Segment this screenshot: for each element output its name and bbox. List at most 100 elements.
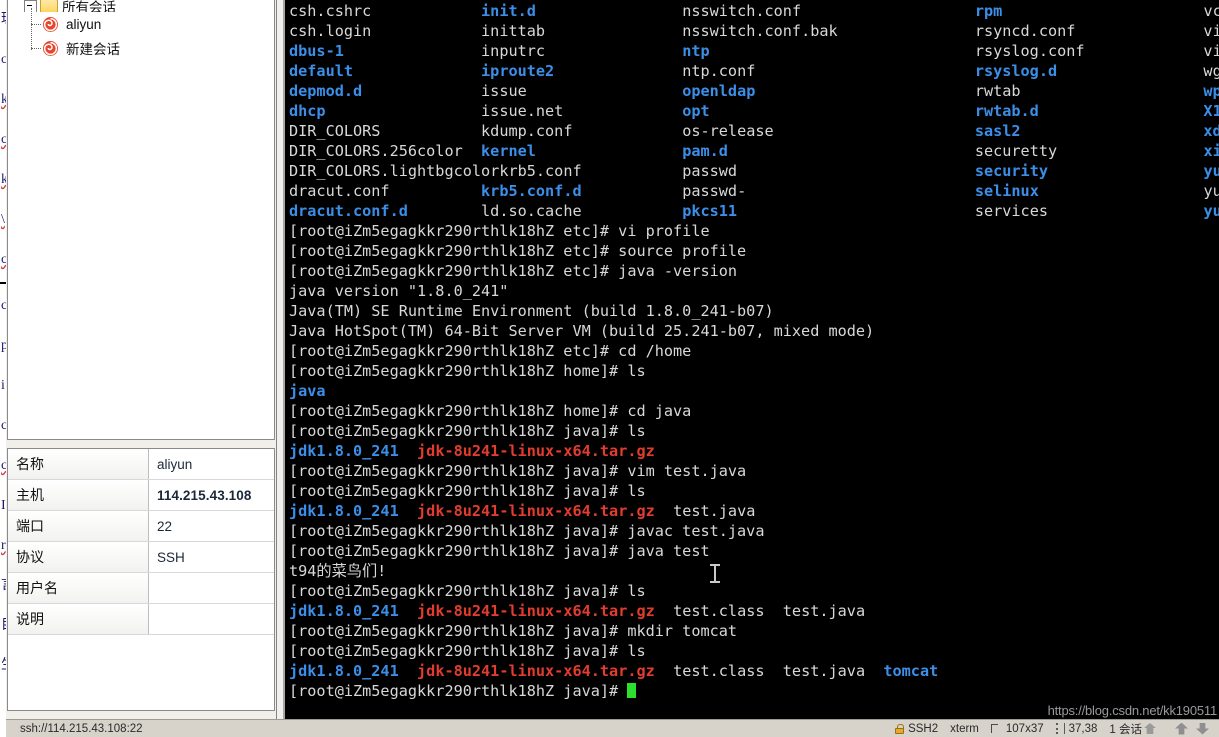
property-value[interactable] [149, 604, 274, 634]
terminal-file-entry: ntp [682, 42, 710, 60]
property-value[interactable]: SSH [149, 542, 274, 572]
terminal-line: depmod.d issue openldap rwtab wpa_suppli… [289, 81, 1219, 101]
terminal-file-entry: kernel [481, 142, 536, 160]
terminal-text: test.java [654, 502, 756, 520]
terminal-file-entry: xdg [1203, 122, 1219, 140]
terminal-file-entry: rsyslog.d [974, 62, 1058, 80]
terminal-text: test.class test.java [654, 662, 884, 680]
terminal-text: [root@iZm5egagkkr290rthlk18hZ java]# ls [289, 482, 646, 500]
session-tree-root: 所有会话 aliyun 新建会话 [8, 0, 274, 60]
terminal-file-entry: virc [1203, 42, 1219, 60]
terminal-file-entry: rwtab.d [974, 102, 1039, 120]
terminal-text: jdk1.8.0_241 [289, 662, 399, 680]
terminal-file-entry: yum.conf [1203, 182, 1219, 200]
terminal-line: java version "1.8.0_241" [289, 281, 1219, 301]
terminal-line: [root@iZm5egagkkr290rthlk18hZ java]# ls [289, 421, 1219, 441]
property-value[interactable]: 22 [149, 511, 274, 541]
terminal-view[interactable]: csh.cshrc init.d nsswitch.conf rpm vcons… [283, 0, 1219, 719]
terminal-text: java [289, 382, 326, 400]
terminal-line: dhcp issue.net opt rwtab.d X11 [289, 101, 1219, 121]
terminal-file-entry: dbus-1 [289, 42, 344, 60]
terminal-file-entry: yum [1203, 162, 1219, 180]
terminal-line: [root@iZm5egagkkr290rthlk18hZ etc]# java… [289, 261, 1219, 281]
terminal-file-entry: securetty [974, 142, 1058, 160]
terminal-line: Java HotSpot(TM) 64-Bit Server VM (build… [289, 321, 1219, 341]
terminal-line: dracut.conf krb5.conf.d passwd- selinux … [289, 181, 1219, 201]
terminal-file-entry: csh.login [289, 22, 372, 40]
terminal-line: [root@iZm5egagkkr290rthlk18hZ java]# vim… [289, 461, 1219, 481]
terminal-text: jdk1.8.0_241 [289, 442, 399, 460]
property-value[interactable] [149, 573, 274, 603]
terminal-file-entry: init.d [481, 2, 536, 20]
tree-children: aliyun 新建会话 [8, 8, 274, 60]
terminal-text: [root@iZm5egagkkr290rthlk18hZ java]# jav… [289, 542, 710, 560]
property-row: 协议 SSH [8, 542, 274, 573]
terminal-text: [root@iZm5egagkkr290rthlk18hZ java]# ls [289, 582, 646, 600]
watermark-text: https://blog.csdn.net/kk190511 [1047, 703, 1218, 718]
terminal-line: [root@iZm5egagkkr290rthlk18hZ java]# jav… [289, 521, 1219, 541]
terminal-file-entry: security [974, 162, 1048, 180]
xshell-application-window: 理 c k c k \ c c p i c c I r 言 目 生 所有会话 [0, 0, 1219, 737]
terminal-text: test.class test.java [654, 602, 866, 620]
terminal-file-entry: opt [682, 102, 710, 120]
terminal-line: [root@iZm5egagkkr290rthlk18hZ java]# ls [289, 581, 1219, 601]
session-tree[interactable]: 所有会话 aliyun 新建会话 [7, 0, 275, 440]
terminal-text: [root@iZm5egagkkr290rthlk18hZ java]# [289, 682, 628, 700]
terminal-file-entry: krb5.conf.d [481, 182, 582, 200]
terminal-line: t94的菜鸟们! [289, 561, 1219, 581]
terminal-output: csh.cshrc init.d nsswitch.conf rpm vcons… [285, 0, 1219, 701]
terminal-text: Java HotSpot(TM) 64-Bit Server VM (build… [289, 322, 875, 340]
session-icon [43, 40, 58, 56]
session-item-label: 新建会话 [66, 42, 120, 57]
terminal-file-entry: sasl2 [974, 122, 1021, 140]
property-row: 用户名 [8, 573, 274, 604]
terminal-text: [root@iZm5egagkkr290rthlk18hZ java]# ls [289, 642, 646, 660]
terminal-file-entry: kdump.conf [481, 122, 573, 140]
terminal-file-entry: dracut.conf [289, 182, 390, 200]
session-manager-panel: 所有会话 aliyun 新建会话 名称 aliyun 主机 114.215.43… [6, 0, 277, 719]
property-key: 协议 [8, 542, 149, 572]
session-item-new-session[interactable]: 新建会话 [31, 36, 274, 60]
terminal-line: DIR_COLORS.256color kernel pam.d securet… [289, 141, 1219, 161]
session-item-aliyun[interactable]: aliyun [31, 12, 274, 36]
terminal-file-entry: dhcp [289, 102, 326, 120]
terminal-text: jdk-8u241-linux-x64.tar.gz [417, 602, 655, 620]
terminal-line: csh.cshrc init.d nsswitch.conf rpm vcons… [289, 1, 1219, 21]
status-protocol: SSH2 [889, 720, 944, 737]
terminal-text: t94的菜鸟们! [289, 562, 387, 580]
screen-size-icon [990, 723, 1002, 734]
cursor-position-icon [1055, 723, 1065, 734]
terminal-text: [root@iZm5egagkkr290rthlk18hZ etc]# vi p… [289, 222, 710, 240]
terminal-line: DIR_COLORS.lightbgcolorkrb5.conf passwd … [289, 161, 1219, 181]
status-cursor-position: 37,38 [1050, 720, 1104, 737]
property-row: 名称 aliyun [8, 449, 274, 480]
terminal-line: jdk1.8.0_241 jdk-8u241-linux-x64.tar.gz … [289, 661, 1219, 681]
terminal-line: jdk1.8.0_241 jdk-8u241-linux-x64.tar.gz … [289, 501, 1219, 521]
terminal-text: [root@iZm5egagkkr290rthlk18hZ etc]# cd /… [289, 342, 692, 360]
status-session-count-label: 1 会话 [1109, 723, 1142, 736]
terminal-file-entry: rsyncd.conf [974, 22, 1076, 40]
terminal-file-entry: dracut.conf.d [289, 202, 408, 220]
terminal-file-entry: wpa_supplicant [1203, 82, 1219, 100]
terminal-line: [root@iZm5egagkkr290rthlk18hZ home]# ls [289, 361, 1219, 381]
terminal-file-entry: nsswitch.conf.bak [682, 22, 838, 40]
terminal-file-entry: ld.so.cache [481, 202, 582, 220]
terminal-file-entry: pam.d [682, 142, 728, 160]
terminal-line: [root@iZm5egagkkr290rthlk18hZ java]# ls [289, 481, 1219, 501]
terminal-file-entry: selinux [974, 182, 1039, 200]
session-properties-grid: 名称 aliyun 主机 114.215.43.108 端口 22 协议 SSH… [7, 448, 275, 711]
property-value[interactable]: 114.215.43.108 [149, 480, 274, 510]
status-term-type: xterm [950, 722, 979, 735]
terminal-file-entry: issue.net [481, 102, 564, 120]
property-value[interactable]: aliyun [149, 449, 274, 479]
terminal-cursor [627, 683, 637, 698]
terminal-file-entry: default [289, 62, 354, 80]
tree-root-row[interactable]: 所有会话 [8, 0, 274, 12]
folder-icon [40, 0, 58, 12]
terminal-text: [root@iZm5egagkkr290rthlk18hZ java]# jav… [289, 522, 765, 540]
text-cursor-pointer [710, 564, 720, 583]
terminal-text: Java(TM) SE Runtime Environment (build 1… [289, 302, 774, 320]
session-icon [43, 16, 58, 32]
terminal-line: dracut.conf.d ld.so.cache pkcs11 service… [289, 201, 1219, 221]
